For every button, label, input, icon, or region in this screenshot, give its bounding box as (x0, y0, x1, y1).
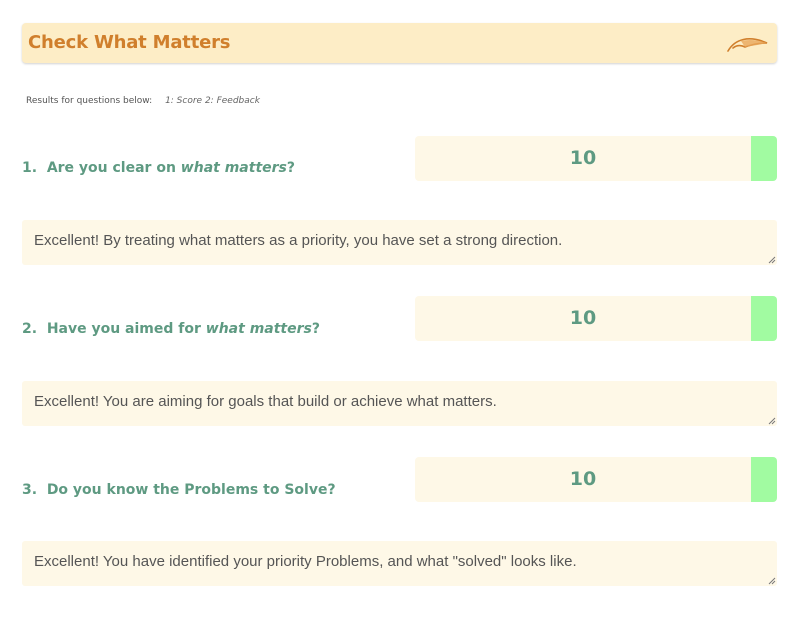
score-value: 10 (569, 468, 597, 490)
results-note: Results for questions below: 1: Score 2:… (26, 96, 260, 106)
score-indicator-3 (751, 457, 777, 502)
resize-grip-icon[interactable] (768, 256, 776, 264)
feather-icon (727, 38, 768, 52)
feedback-field-3[interactable]: Excellent! You have identified your prio… (22, 541, 777, 586)
score-field-3[interactable]: 10 (415, 457, 751, 502)
section-header[interactable]: Check What Matters (22, 23, 777, 63)
question-suffix: ? (311, 321, 320, 337)
feedback-text: Excellent! You have identified your prio… (34, 553, 577, 570)
question-suffix: ? (286, 160, 295, 176)
score-field-2[interactable]: 10 (415, 296, 751, 341)
results-legend: 1: Score 2: Feedback (165, 96, 260, 106)
score-value: 10 (569, 147, 597, 169)
question-text: Are you clear on (46, 160, 181, 176)
question-emphasis: what matters (180, 160, 287, 176)
question-emphasis: what matters (205, 321, 312, 337)
resize-grip-icon[interactable] (768, 417, 776, 425)
feedback-field-2[interactable]: Excellent! You are aiming for goals that… (22, 381, 777, 426)
question-1: 1. Are you clear on what matters? (22, 160, 295, 176)
question-number: 3. (22, 482, 38, 498)
feedback-field-1[interactable]: Excellent! By treating what matters as a… (22, 220, 777, 265)
feedback-text: Excellent! You are aiming for goals that… (34, 393, 497, 410)
score-indicator-1 (751, 136, 777, 181)
resize-grip-icon[interactable] (768, 577, 776, 585)
question-2: 2. Have you aimed for what matters? (22, 321, 320, 337)
score-value: 10 (569, 307, 597, 329)
question-3: 3. Do you know the Problems to Solve? (22, 482, 336, 498)
check-what-matters-page: Check What Matters Results for questions… (0, 0, 806, 617)
feedback-text: Excellent! By treating what matters as a… (34, 232, 563, 249)
question-text: Do you know the Problems to Solve? (46, 482, 336, 498)
question-text: Have you aimed for (46, 321, 206, 337)
results-note-label: Results for questions below: (26, 96, 153, 106)
section-title: Check What Matters (28, 32, 231, 53)
score-indicator-2 (751, 296, 777, 341)
question-number: 1. (22, 160, 38, 176)
score-field-1[interactable]: 10 (415, 136, 751, 181)
question-number: 2. (22, 321, 38, 337)
